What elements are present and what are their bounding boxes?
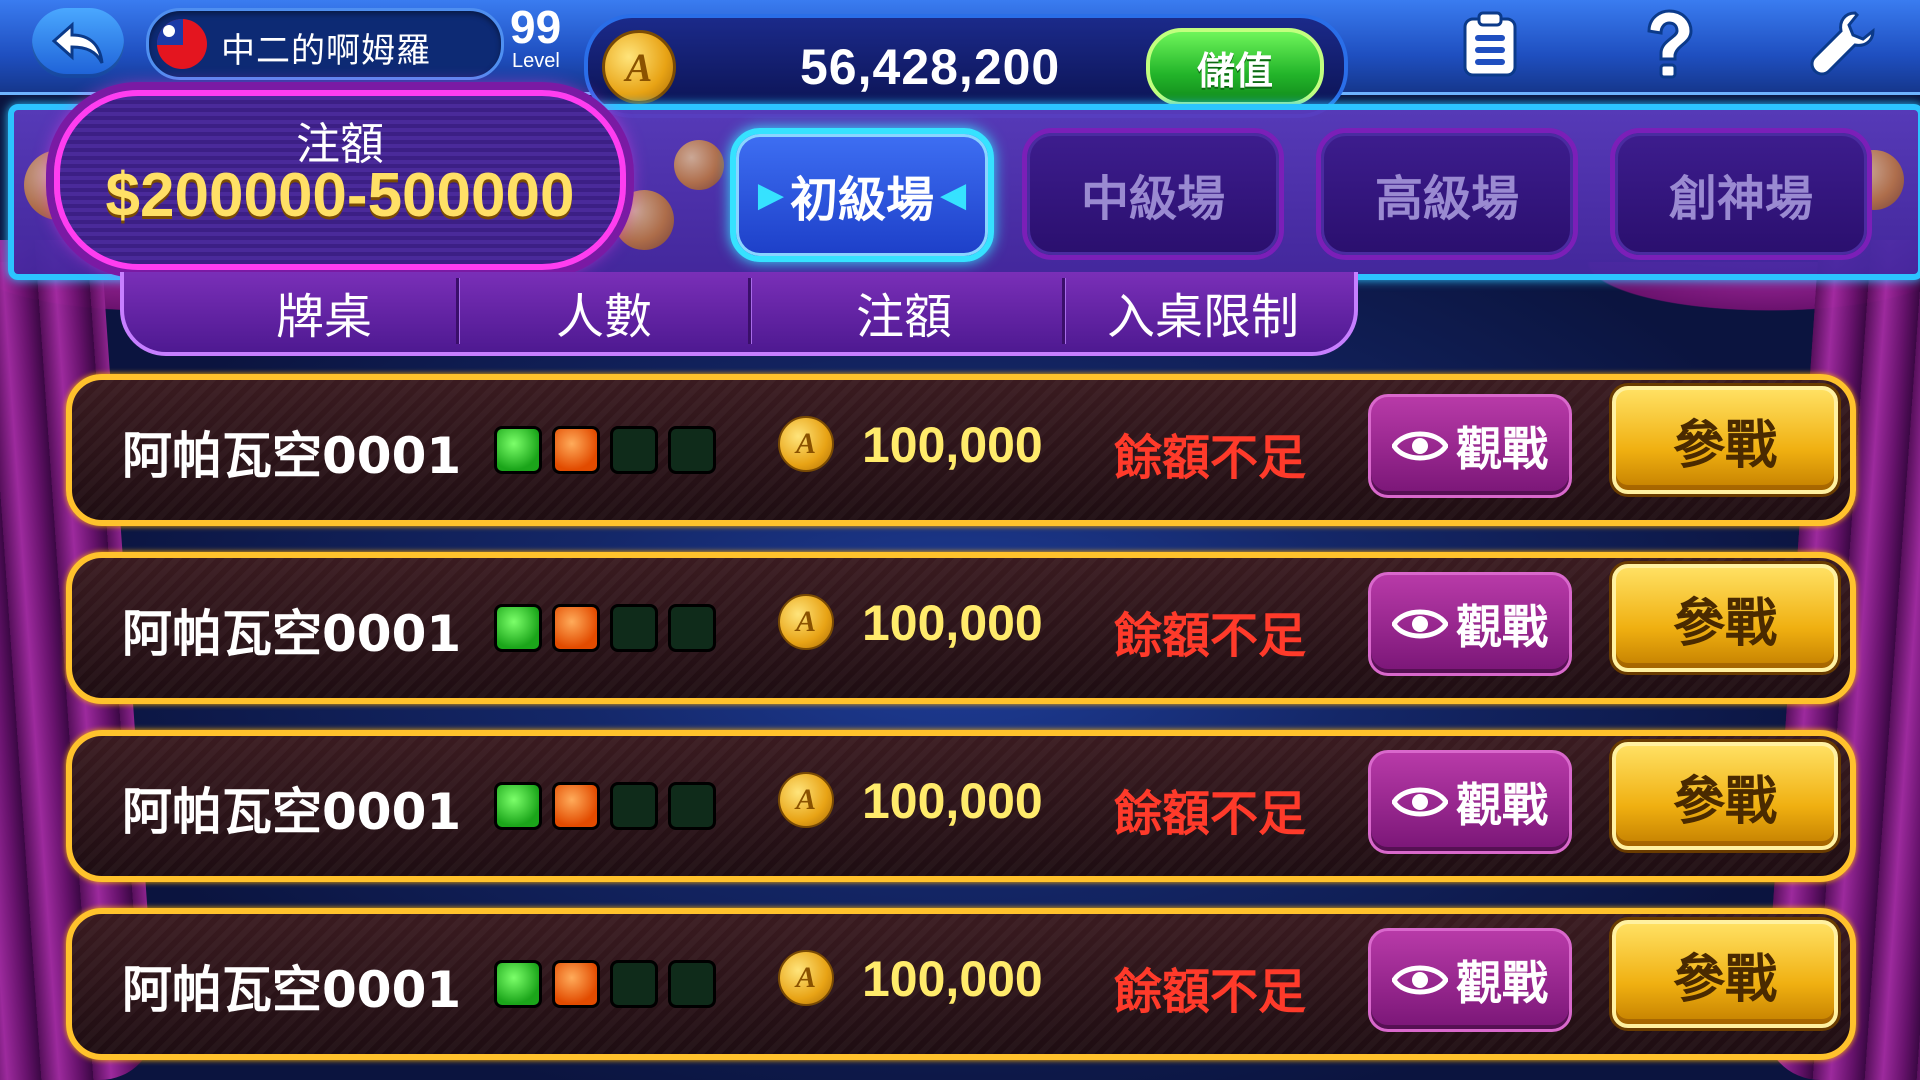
tab-label: 高級場	[1374, 171, 1519, 227]
records-button[interactable]	[1452, 6, 1528, 82]
tab-advanced[interactable]: 高級場	[1316, 128, 1578, 260]
tab-arrow-left-icon: ▶	[757, 175, 784, 215]
help-button[interactable]	[1630, 6, 1706, 82]
seat-indicator	[610, 426, 658, 474]
column-divider	[748, 278, 751, 344]
eye-icon	[1392, 431, 1448, 461]
join-button[interactable]: 參戰	[1612, 564, 1838, 672]
table-row: 阿帕瓦空0001 A 100,000 餘額不足 觀戰 參戰	[66, 552, 1856, 704]
seat-indicator	[610, 782, 658, 830]
bet-amount: 100,000	[862, 773, 1043, 829]
flag-icon	[157, 19, 207, 69]
tab-label: 初級場	[789, 172, 934, 228]
seat-indicator	[552, 960, 600, 1008]
seat-indicator	[494, 782, 542, 830]
settings-button[interactable]	[1806, 6, 1882, 82]
table-row: 阿帕瓦空0001 A 100,000 餘額不足 觀戰 參戰	[66, 730, 1856, 882]
question-icon	[1647, 9, 1693, 79]
column-players: 人數	[555, 289, 652, 345]
tab-label: 中級場	[1080, 171, 1225, 227]
table-name: 阿帕瓦空0001	[122, 427, 462, 485]
bet-range-value: $200000-500000	[105, 161, 575, 230]
clipboard-icon	[1463, 11, 1517, 77]
column-bet: 注額	[855, 289, 952, 345]
coin-balance: 56,428,200	[800, 39, 1061, 95]
bet-amount: 100,000	[862, 417, 1043, 473]
seat-indicator	[610, 960, 658, 1008]
watch-label: 觀戰	[1456, 778, 1548, 832]
column-table: 牌桌	[275, 289, 372, 345]
watch-button[interactable]: 觀戰	[1368, 572, 1572, 676]
player-level: 99	[510, 1, 562, 53]
tab-arrow-right-icon: ◀	[940, 175, 967, 215]
watch-label: 觀戰	[1456, 422, 1548, 476]
column-divider	[1062, 278, 1065, 344]
seat-indicator	[552, 426, 600, 474]
seat-indicator	[494, 604, 542, 652]
column-divider	[456, 278, 459, 344]
tab-god[interactable]: 創神場	[1610, 128, 1872, 260]
gold-coin-icon: A	[778, 772, 834, 828]
entry-limit-status: 餘額不足	[1114, 964, 1307, 1020]
tab-label: 創神場	[1668, 171, 1813, 227]
seat-indicator	[668, 426, 716, 474]
tab-beginner[interactable]: ▶ 初級場 ◀	[730, 128, 994, 262]
lobby-scene: 中二的啊姆羅 99 Level A 56,428,200 儲值 注額 $2000…	[0, 0, 1920, 1080]
gold-coin-icon: A	[778, 416, 834, 472]
player-name: 中二的啊姆羅	[221, 31, 431, 71]
column-entry-limit: 入桌限制	[1106, 289, 1299, 345]
eye-icon	[1392, 965, 1448, 995]
seat-indicator	[494, 426, 542, 474]
entry-limit-status: 餘額不足	[1114, 430, 1307, 486]
gold-coin-icon: A	[602, 30, 676, 104]
level-label: Level	[512, 50, 560, 72]
watch-label: 觀戰	[1456, 600, 1548, 654]
seat-indicator	[668, 960, 716, 1008]
back-button[interactable]	[32, 8, 124, 78]
coin-decoration	[674, 140, 724, 190]
watch-button[interactable]: 觀戰	[1368, 928, 1572, 1032]
join-button[interactable]: 參戰	[1612, 742, 1838, 850]
watch-label: 觀戰	[1456, 956, 1548, 1010]
join-button[interactable]: 參戰	[1612, 386, 1838, 494]
bet-amount: 100,000	[862, 595, 1043, 651]
table-name: 阿帕瓦空0001	[122, 605, 462, 663]
column-header: 牌桌 人數 注額 入桌限制	[120, 272, 1358, 356]
table-row: 阿帕瓦空0001 A 100,000 餘額不足 觀戰 參戰	[66, 908, 1856, 1060]
seat-indicator	[552, 604, 600, 652]
bet-range-badge: 注額 $200000-500000	[54, 90, 626, 270]
seat-indicator	[668, 782, 716, 830]
deposit-button[interactable]: 儲值	[1146, 28, 1324, 106]
coin-balance-panel: A 56,428,200 儲值	[584, 14, 1348, 118]
table-row: 阿帕瓦空0001 A 100,000 餘額不足 觀戰 參戰	[66, 374, 1856, 526]
seat-indicator	[668, 604, 716, 652]
watch-button[interactable]: 觀戰	[1368, 394, 1572, 498]
gold-coin-icon: A	[778, 594, 834, 650]
watch-button[interactable]: 觀戰	[1368, 750, 1572, 854]
entry-limit-status: 餘額不足	[1114, 608, 1307, 664]
entry-limit-status: 餘額不足	[1114, 786, 1307, 842]
join-button[interactable]: 參戰	[1612, 920, 1838, 1028]
table-name: 阿帕瓦空0001	[122, 783, 462, 841]
table-name: 阿帕瓦空0001	[122, 961, 462, 1019]
eye-icon	[1392, 787, 1448, 817]
gold-coin-icon: A	[778, 950, 834, 1006]
back-arrow-icon	[51, 21, 104, 64]
wrench-icon	[1810, 11, 1875, 76]
seat-indicator	[552, 782, 600, 830]
player-info[interactable]: 中二的啊姆羅	[146, 8, 504, 80]
bet-amount: 100,000	[862, 951, 1043, 1007]
seat-indicator	[494, 960, 542, 1008]
eye-icon	[1392, 609, 1448, 639]
tab-intermediate[interactable]: 中級場	[1022, 128, 1284, 260]
seat-indicator	[610, 604, 658, 652]
